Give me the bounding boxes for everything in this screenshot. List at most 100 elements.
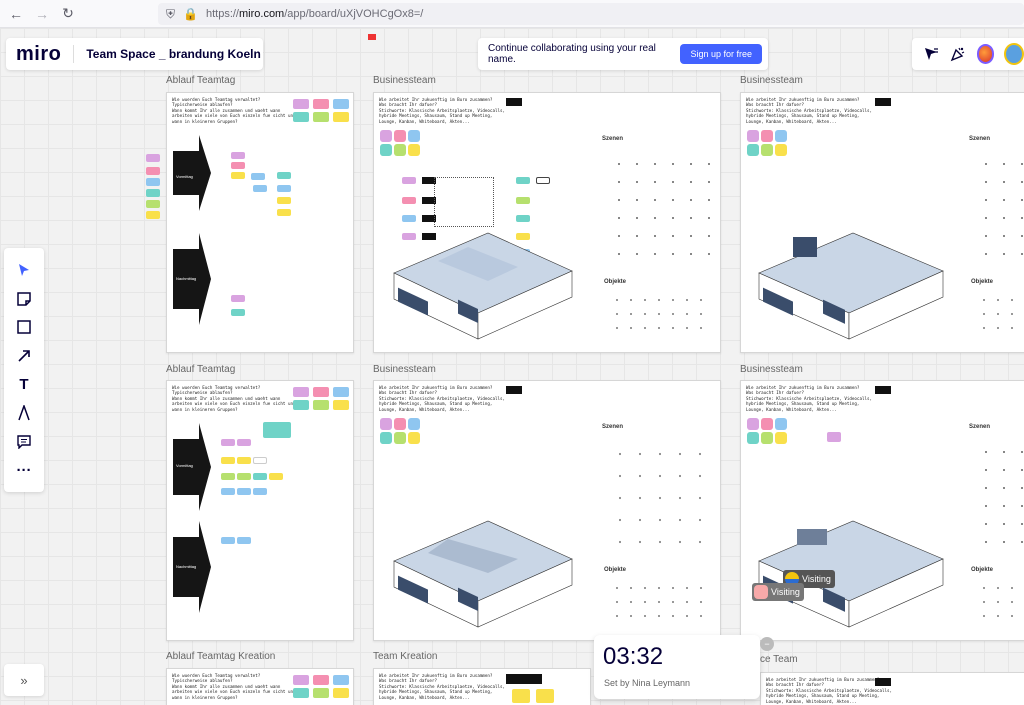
sticky-note[interactable] (293, 99, 309, 109)
black-label[interactable] (875, 98, 891, 106)
sticky-note[interactable] (253, 185, 267, 192)
sticky-note[interactable] (146, 178, 160, 186)
sticky-note[interactable] (231, 295, 245, 302)
sticky-note[interactable] (536, 689, 554, 703)
sticky-note[interactable] (293, 688, 309, 698)
sticky-note[interactable] (394, 432, 406, 444)
sticky-note[interactable] (146, 167, 160, 175)
vormittag-arrow-shape[interactable] (173, 135, 211, 211)
scene-sketches-group[interactable] (977, 155, 1024, 263)
sticky-note[interactable] (293, 387, 309, 397)
sticky-note[interactable] (380, 418, 392, 430)
frame-label[interactable]: Businessteam (373, 75, 436, 86)
sticky-note[interactable] (313, 112, 329, 122)
sticky-note[interactable] (333, 99, 349, 109)
frame-businessteam-1[interactable]: Wie arbeitet Ihr zukuenftig im Buro zusa… (373, 92, 721, 353)
sticky-note[interactable] (402, 177, 416, 184)
office-isometric-drawing[interactable] (388, 515, 578, 635)
sticky-note[interactable] (536, 177, 550, 184)
frame-ce-team[interactable]: Wie arbeitet Ihr zukuenftig im Buro zusa… (760, 672, 1024, 705)
sticky-note[interactable] (313, 99, 329, 109)
sticky-note[interactable] (263, 422, 291, 438)
sticky-note[interactable] (747, 432, 759, 444)
forward-arrow-icon[interactable]: → (32, 4, 52, 24)
celebrate-icon[interactable] (949, 44, 966, 64)
pen-tool-icon[interactable] (12, 401, 36, 425)
sticky-note[interactable] (146, 154, 160, 162)
frame-label[interactable]: Ablauf Teamtag Kreation (166, 651, 275, 662)
sticky-note[interactable] (253, 488, 267, 495)
sticky-note[interactable] (221, 488, 235, 495)
sticky-note[interactable] (221, 537, 235, 544)
sticky-note[interactable] (512, 689, 530, 703)
timer-widget[interactable]: 03:32 Set by Nina Leymann (594, 635, 760, 699)
frame-label[interactable]: Ablauf Teamtag (166, 75, 235, 86)
sticky-note[interactable] (394, 418, 406, 430)
sticky-note[interactable] (333, 675, 349, 685)
miro-logo[interactable]: miro (16, 43, 61, 66)
sticky-note[interactable] (516, 215, 530, 222)
sticky-note[interactable] (394, 144, 406, 156)
sticky-note[interactable] (221, 473, 235, 480)
sticky-note[interactable] (269, 473, 283, 480)
sticky-note[interactable] (775, 130, 787, 142)
frame-label[interactable]: Businessteam (740, 364, 803, 375)
connector-arrow-icon[interactable] (12, 344, 36, 368)
frame-label[interactable]: Team Kreation (373, 651, 437, 662)
sticky-note[interactable] (237, 473, 251, 480)
back-arrow-icon[interactable]: ← (6, 4, 26, 24)
frame-label[interactable]: Businessteam (373, 364, 436, 375)
sticky-note[interactable] (408, 432, 420, 444)
sticky-note[interactable] (402, 197, 416, 204)
sticky-note[interactable] (380, 432, 392, 444)
sticky-note[interactable] (293, 112, 309, 122)
frame-ablauf-teamtag-2[interactable]: Wie wuerden Euch Teamtag verwaltet? Typi… (166, 380, 354, 641)
sticky-note[interactable] (775, 418, 787, 430)
address-bar[interactable]: ⛨ 🔒 https://miro.com/app/board/uXjVOHCgO… (158, 3, 1024, 25)
sticky-note[interactable] (231, 162, 245, 169)
sticky-note[interactable] (313, 675, 329, 685)
sticky-note[interactable] (761, 432, 773, 444)
sticky-note[interactable] (313, 387, 329, 397)
sticky-note[interactable] (253, 473, 267, 480)
collaborator-avatar[interactable] (1004, 43, 1024, 65)
sticky-note[interactable] (408, 130, 420, 142)
sticky-note[interactable] (231, 172, 245, 179)
sticky-note[interactable] (277, 185, 291, 192)
sticky-note[interactable] (293, 400, 309, 410)
sticky-note[interactable] (237, 488, 251, 495)
comment-icon[interactable] (12, 430, 36, 454)
object-sketches-group[interactable] (610, 293, 710, 341)
sticky-note[interactable] (146, 189, 160, 197)
frame-businessteam-2[interactable]: Wie arbeitet Ihr zukuenftig im Buro zusa… (740, 92, 1024, 353)
black-label[interactable] (506, 386, 522, 394)
sticky-note[interactable] (313, 688, 329, 698)
user-avatar[interactable] (976, 44, 995, 64)
frame-label[interactable]: Businessteam (740, 75, 803, 86)
sticky-note[interactable] (146, 200, 160, 208)
black-label[interactable] (875, 678, 891, 686)
sticky-note[interactable] (293, 675, 309, 685)
sticky-note[interactable] (747, 418, 759, 430)
frame-businessteam-4[interactable]: Wie arbeitet Ihr zukuenftig im Buro zusa… (740, 380, 1024, 641)
sticky-note[interactable] (827, 432, 841, 442)
sticky-note[interactable] (775, 432, 787, 444)
sticky-note[interactable] (146, 211, 160, 219)
object-sketches-group[interactable] (977, 293, 1024, 341)
expand-panel-chevron-icon[interactable]: » (4, 664, 44, 696)
frame-ablauf-teamtag-kreation[interactable]: Wie wuerden Euch Teamtag verwaltet? Typi… (166, 668, 354, 705)
sticky-note[interactable] (394, 130, 406, 142)
black-label[interactable] (506, 674, 542, 684)
sticky-note[interactable] (231, 309, 245, 316)
sticky-note[interactable] (237, 457, 251, 464)
sticky-note[interactable] (775, 144, 787, 156)
select-cursor-icon[interactable] (12, 258, 36, 282)
sticky-note[interactable] (747, 130, 759, 142)
black-label[interactable] (506, 98, 522, 106)
sticky-note[interactable] (761, 130, 773, 142)
cursor-flag-icon[interactable] (922, 44, 939, 64)
scene-sketches-group[interactable] (977, 443, 1024, 551)
sticky-note[interactable] (221, 457, 235, 464)
more-tools-icon[interactable]: ··· (12, 458, 36, 482)
sticky-note[interactable] (333, 387, 349, 397)
